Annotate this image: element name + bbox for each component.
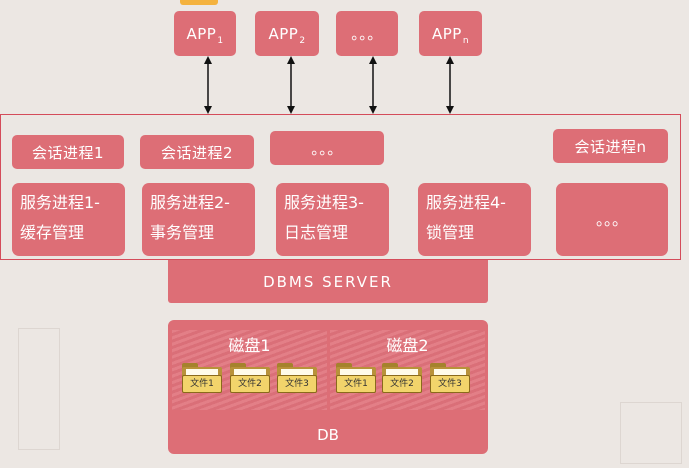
service-process-4: 服务进程4- 锁管理 [418, 183, 531, 256]
file-1-label: 文件1 [182, 375, 222, 393]
file-3-label: 文件3 [277, 375, 317, 393]
session-process-2: 会话进程2 [140, 135, 254, 169]
file-2-label: 文件2 [382, 375, 422, 393]
folder-icon[interactable]: 文件1 [336, 363, 376, 393]
app-n-subscript: n [462, 35, 470, 46]
db-block: 磁盘1 文件1 文件2 文件3 磁盘2 文件1 文件2 文件3 DB [168, 320, 488, 454]
service-process-1-line2: 缓存管理 [20, 223, 85, 242]
session-process-1-label: 会话进程1 [31, 143, 105, 162]
file-1-label: 文件1 [336, 375, 376, 393]
top-edge-decoration [180, 0, 218, 5]
disk-1: 磁盘1 文件1 文件2 文件3 [172, 330, 327, 410]
file-2-label: 文件2 [230, 375, 270, 393]
app-1-label: APP [186, 24, 217, 43]
app-2-box: APP 2 [255, 11, 319, 56]
session-process-ellipsis-label: 。。。 [311, 139, 343, 158]
folder-icon[interactable]: 文件2 [230, 363, 270, 393]
app-1-box: APP 1 [174, 11, 236, 56]
service-process-1-line1: 服务进程1- [20, 193, 100, 212]
app-n-box: APP n [419, 11, 482, 56]
service-process-4-line1: 服务进程4- [426, 193, 506, 212]
disk-1-label: 磁盘1 [228, 336, 271, 355]
app-1-subscript: 1 [217, 35, 224, 46]
folder-icon[interactable]: 文件3 [430, 363, 470, 393]
session-process-ellipsis: 。。。 [270, 131, 384, 165]
service-process-3-line2: 日志管理 [284, 223, 349, 242]
app-2-label: APP [268, 24, 299, 43]
service-process-3: 服务进程3- 日志管理 [276, 183, 389, 256]
session-process-1: 会话进程1 [12, 135, 124, 169]
service-process-4-line2: 锁管理 [426, 223, 475, 242]
dbms-server-bar: DBMS SERVER [168, 260, 488, 303]
disk-2: 磁盘2 文件1 文件2 文件3 [330, 330, 485, 410]
background-sketch [620, 402, 682, 464]
session-process-n-label: 会话进程n [574, 137, 647, 156]
app-ellipsis-box: 。。。 [336, 11, 398, 56]
app-2-subscript: 2 [299, 35, 306, 46]
folder-icon[interactable]: 文件2 [382, 363, 422, 393]
session-process-n: 会话进程n [553, 129, 668, 163]
background-sketch [18, 328, 60, 450]
dbms-server-label: DBMS SERVER [263, 272, 393, 291]
file-3-label: 文件3 [430, 375, 470, 393]
disk-2-label: 磁盘2 [386, 336, 429, 355]
folder-icon[interactable]: 文件1 [182, 363, 222, 393]
db-label: DB [317, 426, 339, 444]
service-process-2-line2: 事务管理 [150, 223, 215, 242]
service-process-2-line1: 服务进程2- [150, 193, 230, 212]
service-process-ellipsis-label: 。。。 [595, 210, 628, 229]
folder-icon[interactable]: 文件3 [277, 363, 317, 393]
session-process-2-label: 会话进程2 [160, 143, 234, 162]
service-process-2: 服务进程2- 事务管理 [142, 183, 255, 256]
app-ellipsis-label: 。。。 [351, 25, 383, 43]
service-process-1: 服务进程1- 缓存管理 [12, 183, 125, 256]
service-process-ellipsis: 。。。 [556, 183, 668, 256]
service-process-3-line1: 服务进程3- [284, 193, 364, 212]
app-n-label: APP [431, 24, 462, 43]
